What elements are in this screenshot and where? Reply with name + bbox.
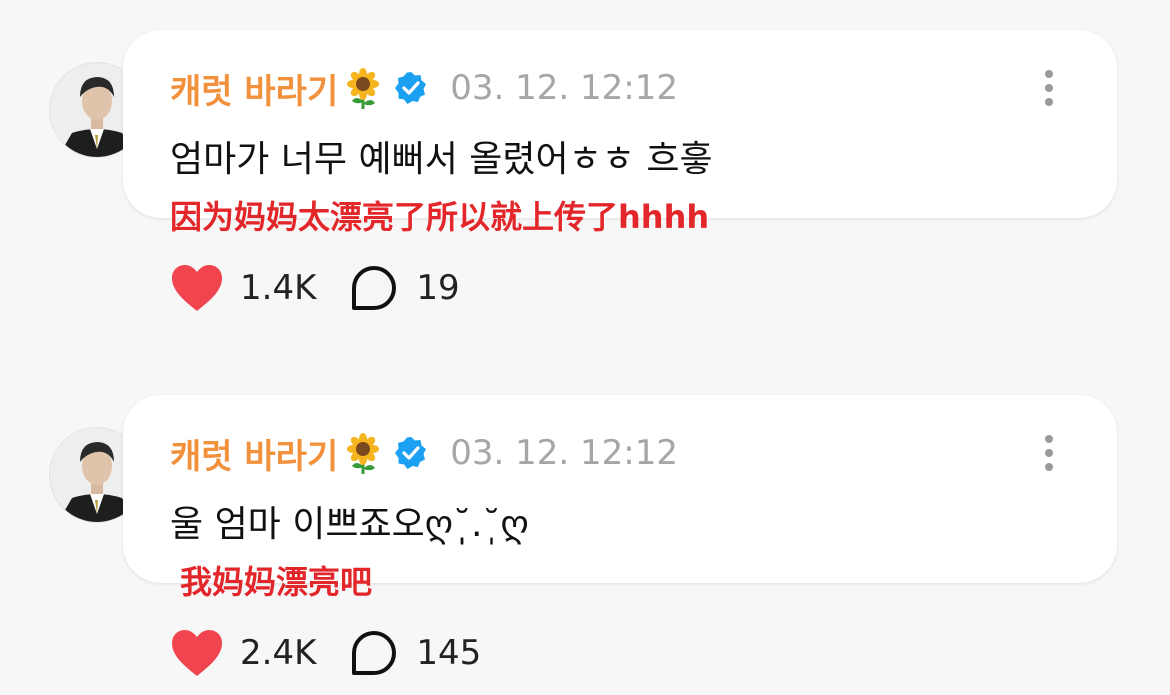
more-options-button[interactable] [1043, 435, 1055, 475]
post-text: 울 엄마 이쁘죠오ღ˘̩̩̩.˘̩ღ [170, 504, 529, 545]
post-header: 캐럿 바라기 03. 12. 12:12 [170, 429, 678, 477]
post-2: 캐럿 바라기 03. 12. 12:12 울 엄마 이쁘죠오ღ˘̩̩̩.˘̩ღ … [0, 365, 1170, 695]
more-vertical-icon [1045, 435, 1053, 443]
more-vertical-icon [1045, 70, 1053, 78]
more-dot [1045, 463, 1053, 471]
post-actions: 1.4K 19 [170, 258, 460, 318]
comment-bubble-icon[interactable] [350, 264, 398, 312]
post-actions: 2.4K 145 [170, 623, 481, 683]
post-text: 엄마가 너무 예뻐서 올렸어ㅎㅎ 흐흫 [170, 139, 713, 180]
more-options-button[interactable] [1043, 70, 1055, 110]
sunflower-icon [347, 433, 380, 474]
username[interactable]: 캐럿 바라기 [170, 429, 338, 478]
sunflower-icon [347, 68, 380, 109]
translation-text: 我妈妈漂亮吧 [180, 563, 373, 601]
more-dot [1045, 84, 1053, 92]
verified-badge-icon [395, 72, 427, 104]
comment-count: 19 [416, 268, 460, 308]
post-1: 캐럿 바라기 03. 12. 12:12 엄마가 너무 예뻐서 올렸어ㅎㅎ 흐흫… [0, 0, 1170, 330]
heart-icon[interactable] [170, 263, 224, 313]
more-dot [1045, 98, 1053, 106]
timestamp: 03. 12. 12:12 [450, 433, 678, 473]
username[interactable]: 캐럿 바라기 [170, 64, 338, 113]
timestamp: 03. 12. 12:12 [450, 68, 678, 108]
like-count: 2.4K [240, 633, 317, 673]
post-header: 캐럿 바라기 03. 12. 12:12 [170, 64, 678, 112]
comment-count: 145 [416, 633, 482, 673]
like-count: 1.4K [240, 268, 317, 308]
post-bubble: 캐럿 바라기 [123, 395, 1117, 601]
translation-text: 因为妈妈太漂亮了所以就上传了hhhh [170, 198, 710, 236]
heart-icon[interactable] [170, 628, 224, 678]
comment-bubble-icon[interactable] [350, 629, 398, 677]
post-bubble: 캐럿 바라기 [123, 30, 1117, 236]
more-dot [1045, 449, 1053, 457]
verified-badge-icon [395, 437, 427, 469]
